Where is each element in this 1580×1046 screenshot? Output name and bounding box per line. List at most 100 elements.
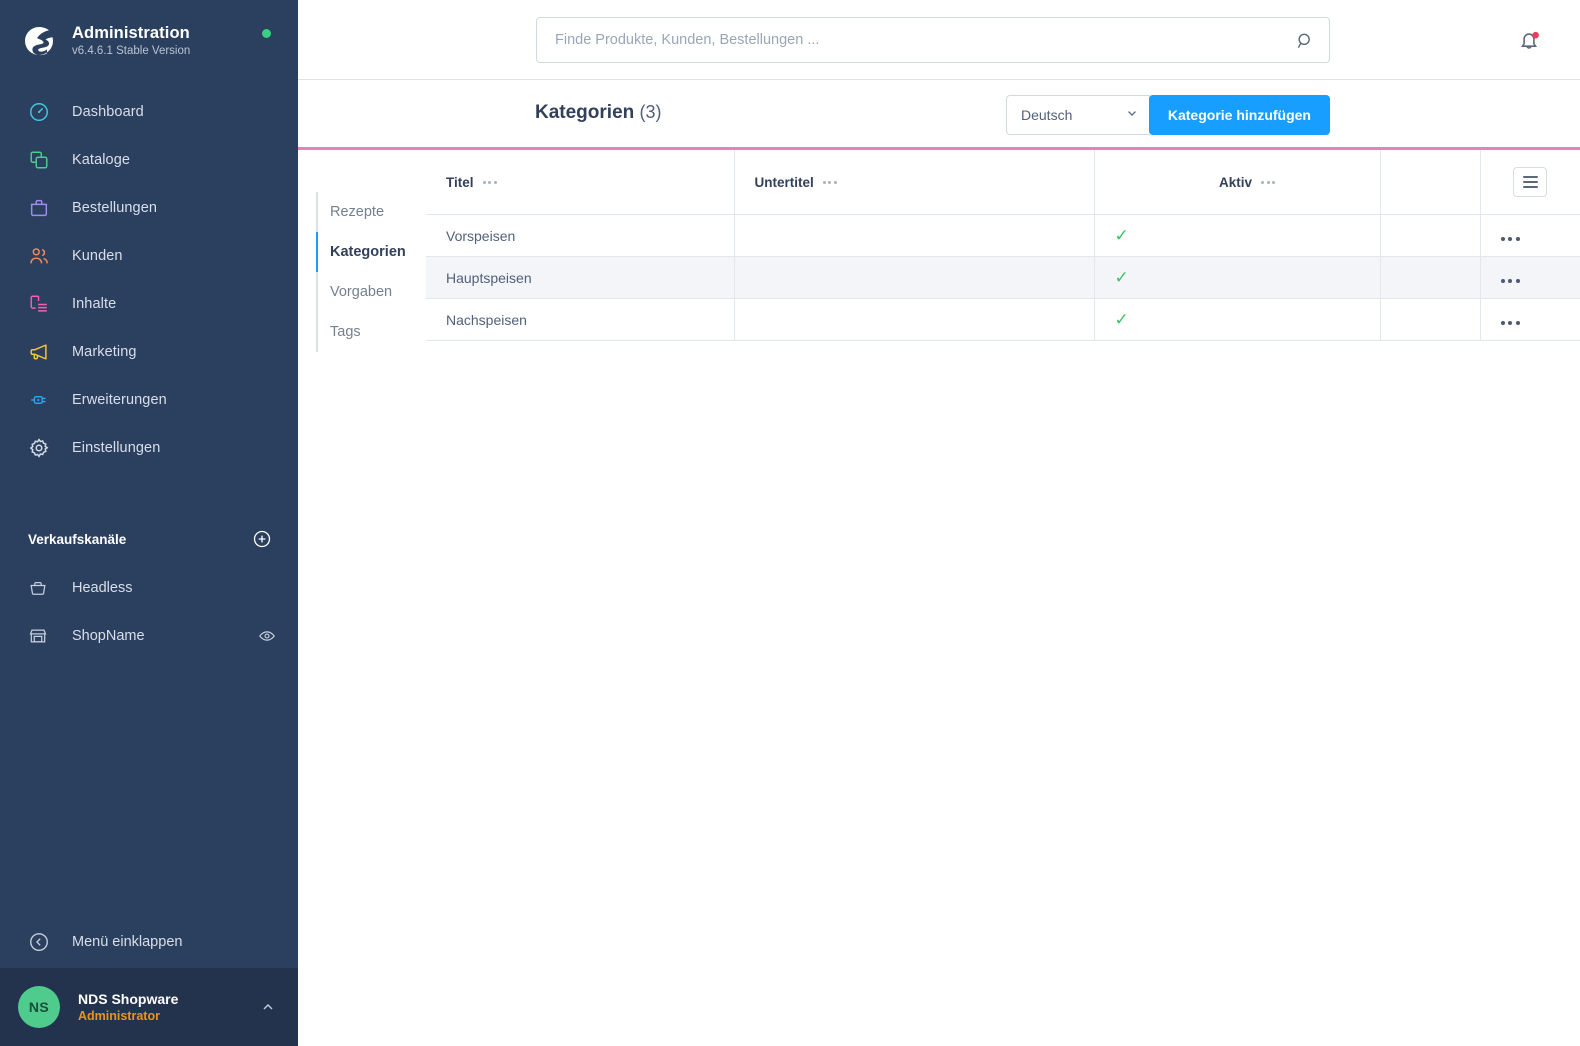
- sidebar-item-dashboard[interactable]: Dashboard: [0, 88, 298, 136]
- global-search: [536, 17, 1330, 63]
- table-row[interactable]: Nachspeisen ✓: [426, 298, 1580, 341]
- language-select-value: Deutsch: [1021, 107, 1073, 123]
- cell-titel: Hauptspeisen: [426, 256, 735, 299]
- cell-row-menu[interactable]: [1480, 298, 1580, 341]
- channel-label: Headless: [72, 580, 133, 596]
- settings-gear-icon: [26, 435, 52, 461]
- cell-titel: Vorspeisen: [426, 214, 735, 257]
- sidebar-item-marketing[interactable]: Marketing: [0, 328, 298, 376]
- sidebar-item-label: Dashboard: [72, 104, 144, 120]
- collapse-menu-button[interactable]: Menü einklappen: [0, 916, 298, 968]
- bell-icon[interactable]: [1516, 28, 1542, 54]
- sales-channels-list: Headless ShopName: [0, 564, 298, 660]
- check-icon: ✓: [1114, 268, 1129, 287]
- column-header-spacer: [1380, 150, 1481, 215]
- sidebar-item-label: Inhalte: [72, 296, 117, 312]
- more-horizontal-icon[interactable]: [1500, 278, 1520, 283]
- cell-untertitel: [734, 298, 1095, 341]
- table-zone: Titel Untertitel Aktiv Vorspeisen ✓ Haup…: [426, 150, 1580, 1046]
- sidebar: Administration v6.4.6.1 Stable Version D…: [0, 0, 298, 1046]
- sidebar-item-kataloge[interactable]: Kataloge: [0, 136, 298, 184]
- extensions-plug-icon: [26, 387, 52, 413]
- sidebar-item-label: Kataloge: [72, 152, 131, 168]
- column-header-aktiv[interactable]: Aktiv: [1094, 150, 1381, 215]
- sub-item-label: Rezepte: [330, 204, 385, 220]
- column-label: Aktiv: [1218, 174, 1252, 190]
- cell-row-menu[interactable]: [1480, 256, 1580, 299]
- sales-channels-title: Verkaufskanäle: [28, 531, 127, 547]
- plus-circle-icon[interactable]: [252, 529, 272, 549]
- column-label: Titel: [446, 174, 474, 190]
- top-bar: [298, 0, 1580, 80]
- column-options-icon[interactable]: [482, 180, 497, 184]
- column-header-titel[interactable]: Titel: [426, 150, 735, 215]
- sidebar-item-vorgaben[interactable]: Vorgaben: [316, 272, 426, 312]
- table-settings-icon[interactable]: [1513, 167, 1548, 197]
- sidebar-item-kunden[interactable]: Kunden: [0, 232, 298, 280]
- body-area: Rezepte Kategorien Vorgaben Tags Titel U…: [298, 150, 1580, 1046]
- column-options-icon[interactable]: [1261, 180, 1275, 184]
- table-body: Vorspeisen ✓ Hauptspeisen ✓ Nachspeisen …: [426, 214, 1580, 341]
- sidebar-item-kategorien[interactable]: Kategorien: [316, 232, 426, 272]
- orders-bag-icon: [26, 195, 52, 221]
- app-title: Administration: [72, 23, 190, 42]
- table-row[interactable]: Hauptspeisen ✓: [426, 256, 1580, 299]
- table-header: Titel Untertitel Aktiv: [426, 150, 1580, 215]
- table-row[interactable]: Vorspeisen ✓: [426, 214, 1580, 257]
- column-header-settings: [1480, 150, 1580, 215]
- sidebar-item-label: Bestellungen: [72, 200, 158, 216]
- user-profile-bar[interactable]: NS NDS Shopware Administrator: [0, 968, 298, 1046]
- avatar: NS: [18, 986, 60, 1028]
- content-page-icon: [26, 291, 52, 317]
- language-select[interactable]: Deutsch: [1006, 95, 1152, 135]
- more-horizontal-icon[interactable]: [1500, 236, 1520, 241]
- user-role: Administrator: [78, 1008, 160, 1023]
- main-navigation: Dashboard Kataloge Bestellungen Kunden I…: [0, 88, 298, 472]
- cell-spacer: [1380, 298, 1481, 341]
- sidebar-item-inhalte[interactable]: Inhalte: [0, 280, 298, 328]
- sub-item-label: Tags: [330, 324, 361, 340]
- add-category-button[interactable]: Kategorie hinzufügen: [1148, 95, 1330, 135]
- catalog-copy-icon: [26, 147, 52, 173]
- sidebar-header: Administration v6.4.6.1 Stable Version: [0, 0, 298, 82]
- column-label: Untertitel: [754, 174, 814, 190]
- column-header-untertitel[interactable]: Untertitel: [734, 150, 1095, 215]
- storefront-icon: [26, 624, 50, 648]
- sidebar-item-rezepte[interactable]: Rezepte: [316, 192, 426, 232]
- search-input[interactable]: [555, 18, 1285, 62]
- marketing-megaphone-icon: [26, 339, 52, 365]
- shopware-logo-icon: [22, 24, 56, 58]
- sidebar-item-einstellungen[interactable]: Einstellungen: [0, 424, 298, 472]
- table-header-row: Titel Untertitel Aktiv: [426, 150, 1580, 215]
- eye-icon[interactable]: [258, 627, 276, 645]
- cell-spacer: [1380, 256, 1481, 299]
- sidebar-item-bestellungen[interactable]: Bestellungen: [0, 184, 298, 232]
- search-icon[interactable]: [1295, 31, 1315, 51]
- column-options-icon[interactable]: [822, 180, 837, 184]
- cell-aktiv: ✓: [1094, 256, 1381, 299]
- search-box[interactable]: [536, 17, 1330, 63]
- cell-titel: Nachspeisen: [426, 298, 735, 341]
- user-texts: NDS Shopware Administrator: [78, 990, 260, 1025]
- app-version: v6.4.6.1 Stable Version: [72, 44, 191, 57]
- sidebar-item-tags[interactable]: Tags: [316, 312, 426, 352]
- sidebar-item-label: Erweiterungen: [72, 392, 167, 408]
- sidebar-item-label: Einstellungen: [72, 440, 161, 456]
- cell-row-menu[interactable]: [1480, 214, 1580, 257]
- main-content: Kategorien (3) Deutsch Kategorie hinzufü…: [298, 0, 1580, 1046]
- sales-channels-header: Verkaufskanäle: [0, 524, 298, 554]
- sidebar-item-label: Kunden: [72, 248, 123, 264]
- table-empty-area: [426, 341, 1580, 1046]
- sidebar-channel-headless[interactable]: Headless: [0, 564, 298, 612]
- more-horizontal-icon[interactable]: [1500, 320, 1520, 325]
- collapse-menu-label: Menü einklappen: [72, 934, 183, 950]
- customers-users-icon: [26, 243, 52, 269]
- cell-untertitel: [734, 214, 1095, 257]
- sidebar-item-erweiterungen[interactable]: Erweiterungen: [0, 376, 298, 424]
- basket-icon: [26, 576, 50, 600]
- categories-table: Titel Untertitel Aktiv Vorspeisen ✓ Haup…: [426, 150, 1580, 341]
- chevron-up-icon[interactable]: [260, 999, 276, 1015]
- check-icon: ✓: [1114, 310, 1129, 329]
- sidebar-channel-shopname[interactable]: ShopName: [0, 612, 298, 660]
